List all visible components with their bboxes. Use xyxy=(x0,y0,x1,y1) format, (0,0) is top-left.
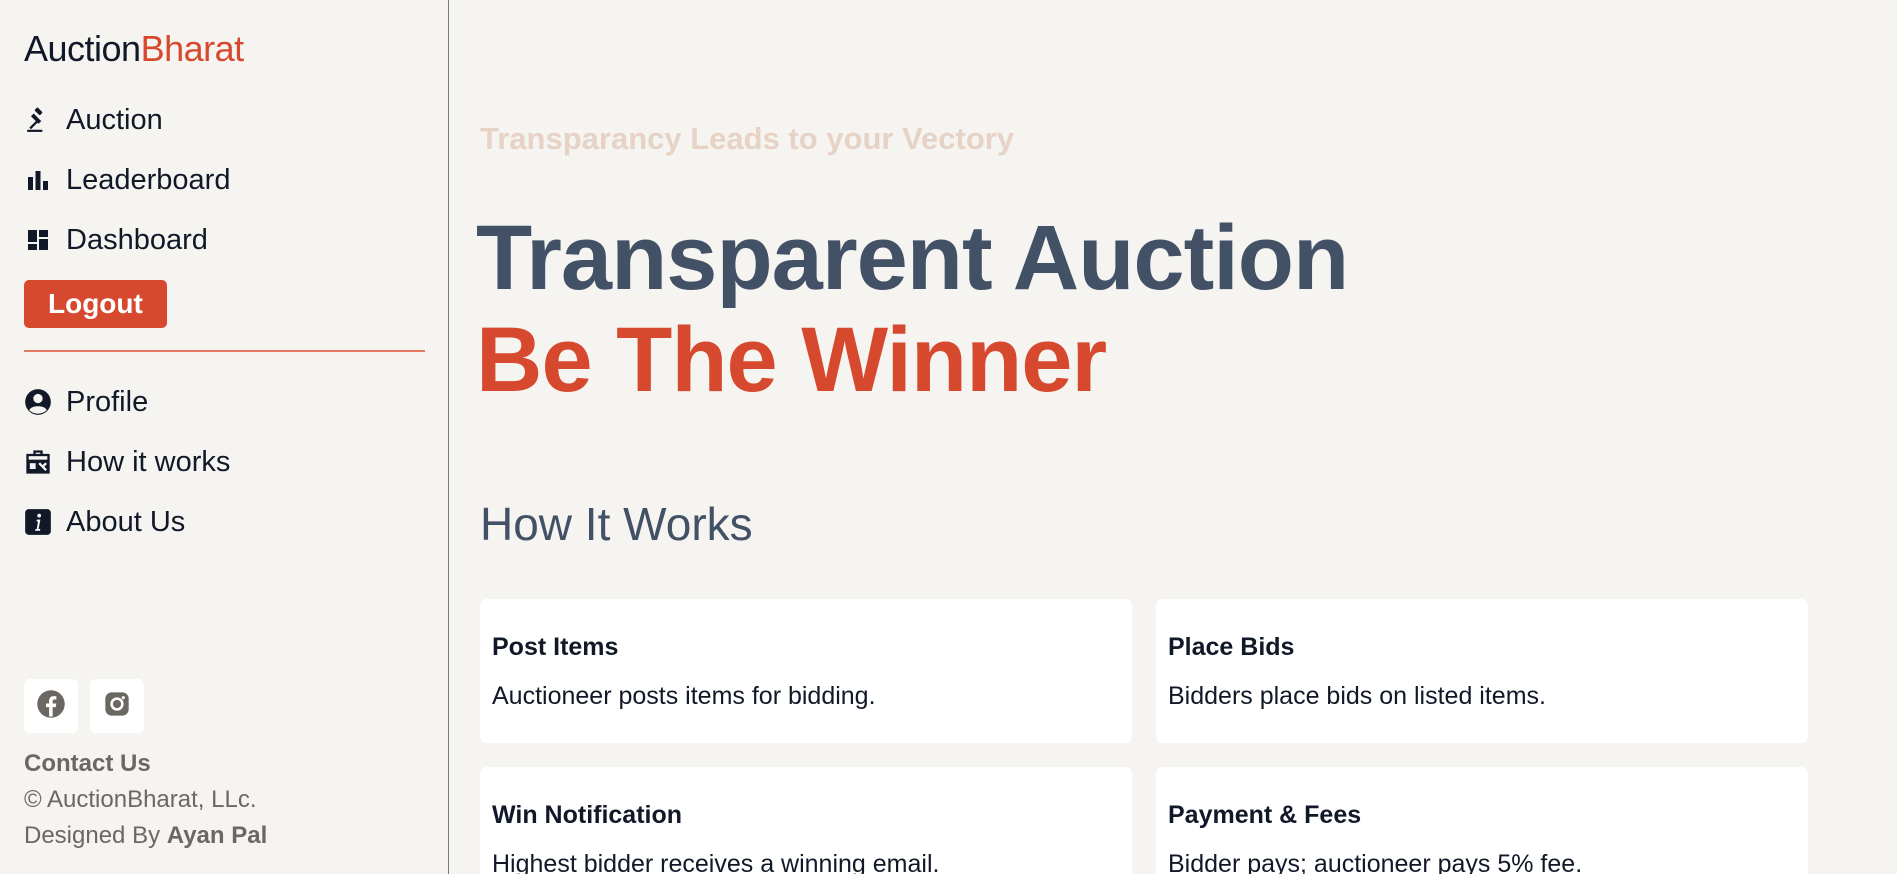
sidebar-item-label: Profile xyxy=(66,385,149,418)
sidebar-item-label: How it works xyxy=(66,445,231,478)
designer-name: Ayan Pal xyxy=(166,822,268,849)
step-card-title: Place Bids xyxy=(1168,633,1295,661)
step-card: Payment & Fees Bidder pays; auctioneer p… xyxy=(1156,767,1808,874)
step-card: Win Notification Highest bidder receives… xyxy=(480,767,1132,874)
gavel-icon xyxy=(24,106,52,134)
step-card: Post Items Auctioneer posts items for bi… xyxy=(480,599,1132,743)
sidebar-nav-bottom: Profile How it works About Us xyxy=(24,372,424,552)
sidebar-footer: Contact Us © AuctionBharat, LLc. Designe… xyxy=(24,746,267,854)
designed-by-label: Designed By xyxy=(24,822,161,849)
copyright-text: © AuctionBharat, LLc. xyxy=(24,786,257,813)
sidebar-item-how-it-works[interactable]: How it works xyxy=(24,432,424,492)
main-content: Transparancy Leads to your Vectory Trans… xyxy=(449,0,1897,874)
logout-button[interactable]: Logout xyxy=(24,280,167,328)
sidebar-item-auction[interactable]: Auction xyxy=(24,90,424,150)
sidebar-item-about-us[interactable]: About Us xyxy=(24,492,424,552)
step-card-description: Auctioneer posts items for bidding. xyxy=(492,682,876,710)
step-card-title: Payment & Fees xyxy=(1168,801,1362,829)
step-card: Place Bids Bidders place bids on listed … xyxy=(1156,599,1808,743)
instagram-link[interactable] xyxy=(90,679,144,733)
sidebar-item-leaderboard[interactable]: Leaderboard xyxy=(24,150,424,210)
sidebar-item-label: Leaderboard xyxy=(66,163,231,196)
app-root: AuctionBharat Auction Leaderboard Dashbo… xyxy=(0,0,1897,874)
step-card-description: Highest bidder receives a winning email. xyxy=(492,850,940,874)
sidebar-nav-top: Auction Leaderboard Dashboard xyxy=(24,90,424,270)
contact-us-link[interactable]: Contact Us xyxy=(24,746,267,782)
instagram-icon xyxy=(103,690,131,723)
step-card-description: Bidders place bids on listed items. xyxy=(1168,682,1546,710)
hero-heading-line1: Transparent Auction xyxy=(476,207,1349,309)
user-circle-icon xyxy=(24,388,52,416)
sidebar-divider xyxy=(24,350,425,352)
hero-heading-line2: Be The Winner xyxy=(476,309,1107,411)
step-card-title: Win Notification xyxy=(492,801,683,829)
sidebar-item-label: Auction xyxy=(66,103,163,136)
designer-credit: Designed By Ayan Pal xyxy=(24,818,267,854)
hero-tagline: Transparancy Leads to your Vectory xyxy=(480,121,1015,156)
brand-name-main: Auction xyxy=(24,28,141,69)
how-it-works-title: How It Works xyxy=(480,498,753,550)
step-card-title: Post Items xyxy=(492,633,619,661)
info-icon xyxy=(24,508,52,536)
step-card-description: Bidder pays; auctioneer pays 5% fee. xyxy=(1168,850,1583,874)
brand-logo[interactable]: AuctionBharat xyxy=(24,28,424,70)
sidebar-item-dashboard[interactable]: Dashboard xyxy=(24,210,424,270)
brand-name-accent: Bharat xyxy=(140,28,245,69)
facebook-link[interactable] xyxy=(24,679,78,733)
how-it-works-cards: Post Items Auctioneer posts items for bi… xyxy=(480,599,1809,874)
bar-chart-icon xyxy=(24,166,52,194)
sidebar-item-label: Dashboard xyxy=(66,223,208,256)
dashboard-icon xyxy=(24,226,52,254)
toolbox-icon xyxy=(24,448,52,476)
sidebar-item-label: About Us xyxy=(66,505,186,538)
facebook-icon xyxy=(36,689,66,724)
sidebar-item-profile[interactable]: Profile xyxy=(24,372,424,432)
social-links xyxy=(24,679,144,733)
sidebar: AuctionBharat Auction Leaderboard Dashbo… xyxy=(0,0,449,874)
